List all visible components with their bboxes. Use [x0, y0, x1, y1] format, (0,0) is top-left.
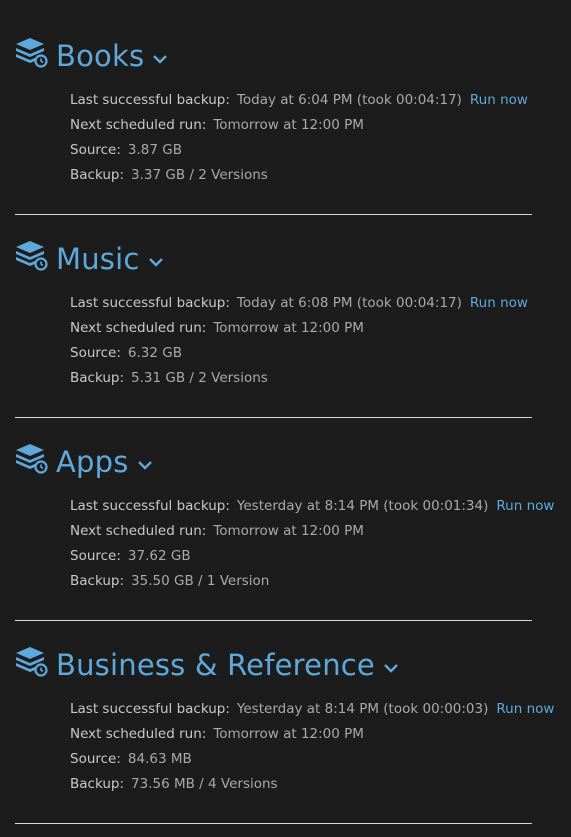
backup-set-details: Last successful backup: Today at 6:08 PM …	[70, 291, 528, 391]
backup-set-books: Books Last successful backup: Today at 6:…	[0, 0, 571, 215]
source-label: Source:	[70, 142, 121, 158]
backup-label: Backup:	[70, 776, 125, 792]
next-run-row: Next scheduled run: Tomorrow at 12:00 PM	[70, 519, 554, 544]
backup-set-details: Last successful backup: Today at 6:04 PM …	[70, 88, 528, 188]
backup-row: Backup: 35.50 GB / 1 Version	[70, 569, 554, 594]
backup-set-header[interactable]: Music	[14, 237, 164, 281]
last-backup-row: Last successful backup: Yesterday at 8:14…	[70, 494, 554, 519]
last-backup-value: Yesterday at 8:14 PM (took 00:01:34)	[236, 498, 489, 514]
next-run-label: Next scheduled run:	[70, 523, 207, 539]
run-now-link[interactable]: Run now	[496, 701, 554, 717]
source-row: Source: 3.87 GB	[70, 138, 528, 163]
source-value: 84.63 MB	[127, 751, 192, 767]
backup-set-icon	[16, 444, 48, 474]
run-now-link[interactable]: Run now	[496, 498, 554, 514]
next-run-value: Tomorrow at 12:00 PM	[213, 320, 364, 336]
source-value: 3.87 GB	[127, 142, 182, 158]
backup-row: Backup: 3.37 GB / 2 Versions	[70, 163, 528, 188]
last-backup-row: Last successful backup: Today at 6:08 PM …	[70, 291, 528, 316]
backup-set-header[interactable]: Books	[14, 34, 168, 78]
source-row: Source: 6.32 GB	[70, 341, 528, 366]
source-label: Source:	[70, 345, 121, 361]
last-backup-label: Last successful backup:	[70, 92, 230, 108]
next-run-label: Next scheduled run:	[70, 726, 207, 742]
backup-set-icon	[16, 38, 48, 68]
next-run-row: Next scheduled run: Tomorrow at 12:00 PM	[70, 316, 528, 341]
last-backup-label: Last successful backup:	[70, 701, 230, 717]
backup-value: 35.50 GB / 1 Version	[131, 573, 270, 589]
backup-set-apps: Apps Last successful backup: Yesterday at…	[0, 406, 571, 621]
last-backup-label: Last successful backup:	[70, 295, 230, 311]
backup-set-business-reference: Business & Reference Last successful bac…	[0, 609, 571, 824]
chevron-down-icon[interactable]	[152, 53, 168, 65]
backup-set-title[interactable]: Music	[56, 237, 140, 281]
last-backup-row: Last successful backup: Today at 6:04 PM …	[70, 88, 528, 113]
backup-set-music: Music Last successful backup: Today at 6:…	[0, 203, 571, 418]
backup-label: Backup:	[70, 370, 125, 386]
backup-label: Backup:	[70, 573, 125, 589]
backup-value: 5.31 GB / 2 Versions	[131, 370, 268, 386]
source-row: Source: 84.63 MB	[70, 747, 554, 772]
source-label: Source:	[70, 751, 121, 767]
next-run-label: Next scheduled run:	[70, 320, 207, 336]
backup-set-details: Last successful backup: Yesterday at 8:14…	[70, 494, 554, 594]
backup-set-header[interactable]: Business & Reference	[14, 643, 399, 687]
backup-set-details: Last successful backup: Yesterday at 8:14…	[70, 697, 554, 797]
next-run-value: Tomorrow at 12:00 PM	[213, 726, 364, 742]
last-backup-value: Today at 6:08 PM (took 00:04:17)	[236, 295, 462, 311]
source-value: 37.62 GB	[127, 548, 191, 564]
last-backup-value: Today at 6:04 PM (took 00:04:17)	[236, 92, 462, 108]
chevron-down-icon[interactable]	[137, 459, 153, 471]
backup-set-title[interactable]: Books	[56, 34, 144, 78]
backup-row: Backup: 5.31 GB / 2 Versions	[70, 366, 528, 391]
last-backup-label: Last successful backup:	[70, 498, 230, 514]
backup-set-icon	[16, 241, 48, 271]
next-run-value: Tomorrow at 12:00 PM	[213, 523, 364, 539]
last-backup-row: Last successful backup: Yesterday at 8:14…	[70, 697, 554, 722]
next-run-row: Next scheduled run: Tomorrow at 12:00 PM	[70, 113, 528, 138]
next-run-value: Tomorrow at 12:00 PM	[213, 117, 364, 133]
backup-value: 73.56 MB / 4 Versions	[131, 776, 278, 792]
backup-row: Backup: 73.56 MB / 4 Versions	[70, 772, 554, 797]
chevron-down-icon[interactable]	[383, 662, 399, 674]
backup-set-list: Books Last successful backup: Today at 6:…	[0, 0, 571, 824]
section-divider	[15, 823, 532, 824]
backup-value: 3.37 GB / 2 Versions	[131, 167, 268, 183]
backup-set-title[interactable]: Business & Reference	[56, 643, 375, 687]
next-run-row: Next scheduled run: Tomorrow at 12:00 PM	[70, 722, 554, 747]
backup-set-icon	[16, 647, 48, 677]
backup-label: Backup:	[70, 167, 125, 183]
chevron-down-icon[interactable]	[148, 256, 164, 268]
last-backup-value: Yesterday at 8:14 PM (took 00:00:03)	[236, 701, 489, 717]
next-run-label: Next scheduled run:	[70, 117, 207, 133]
backup-set-title[interactable]: Apps	[56, 440, 129, 484]
run-now-link[interactable]: Run now	[470, 295, 528, 311]
backup-set-header[interactable]: Apps	[14, 440, 153, 484]
source-value: 6.32 GB	[127, 345, 182, 361]
source-row: Source: 37.62 GB	[70, 544, 554, 569]
source-label: Source:	[70, 548, 121, 564]
run-now-link[interactable]: Run now	[470, 92, 528, 108]
